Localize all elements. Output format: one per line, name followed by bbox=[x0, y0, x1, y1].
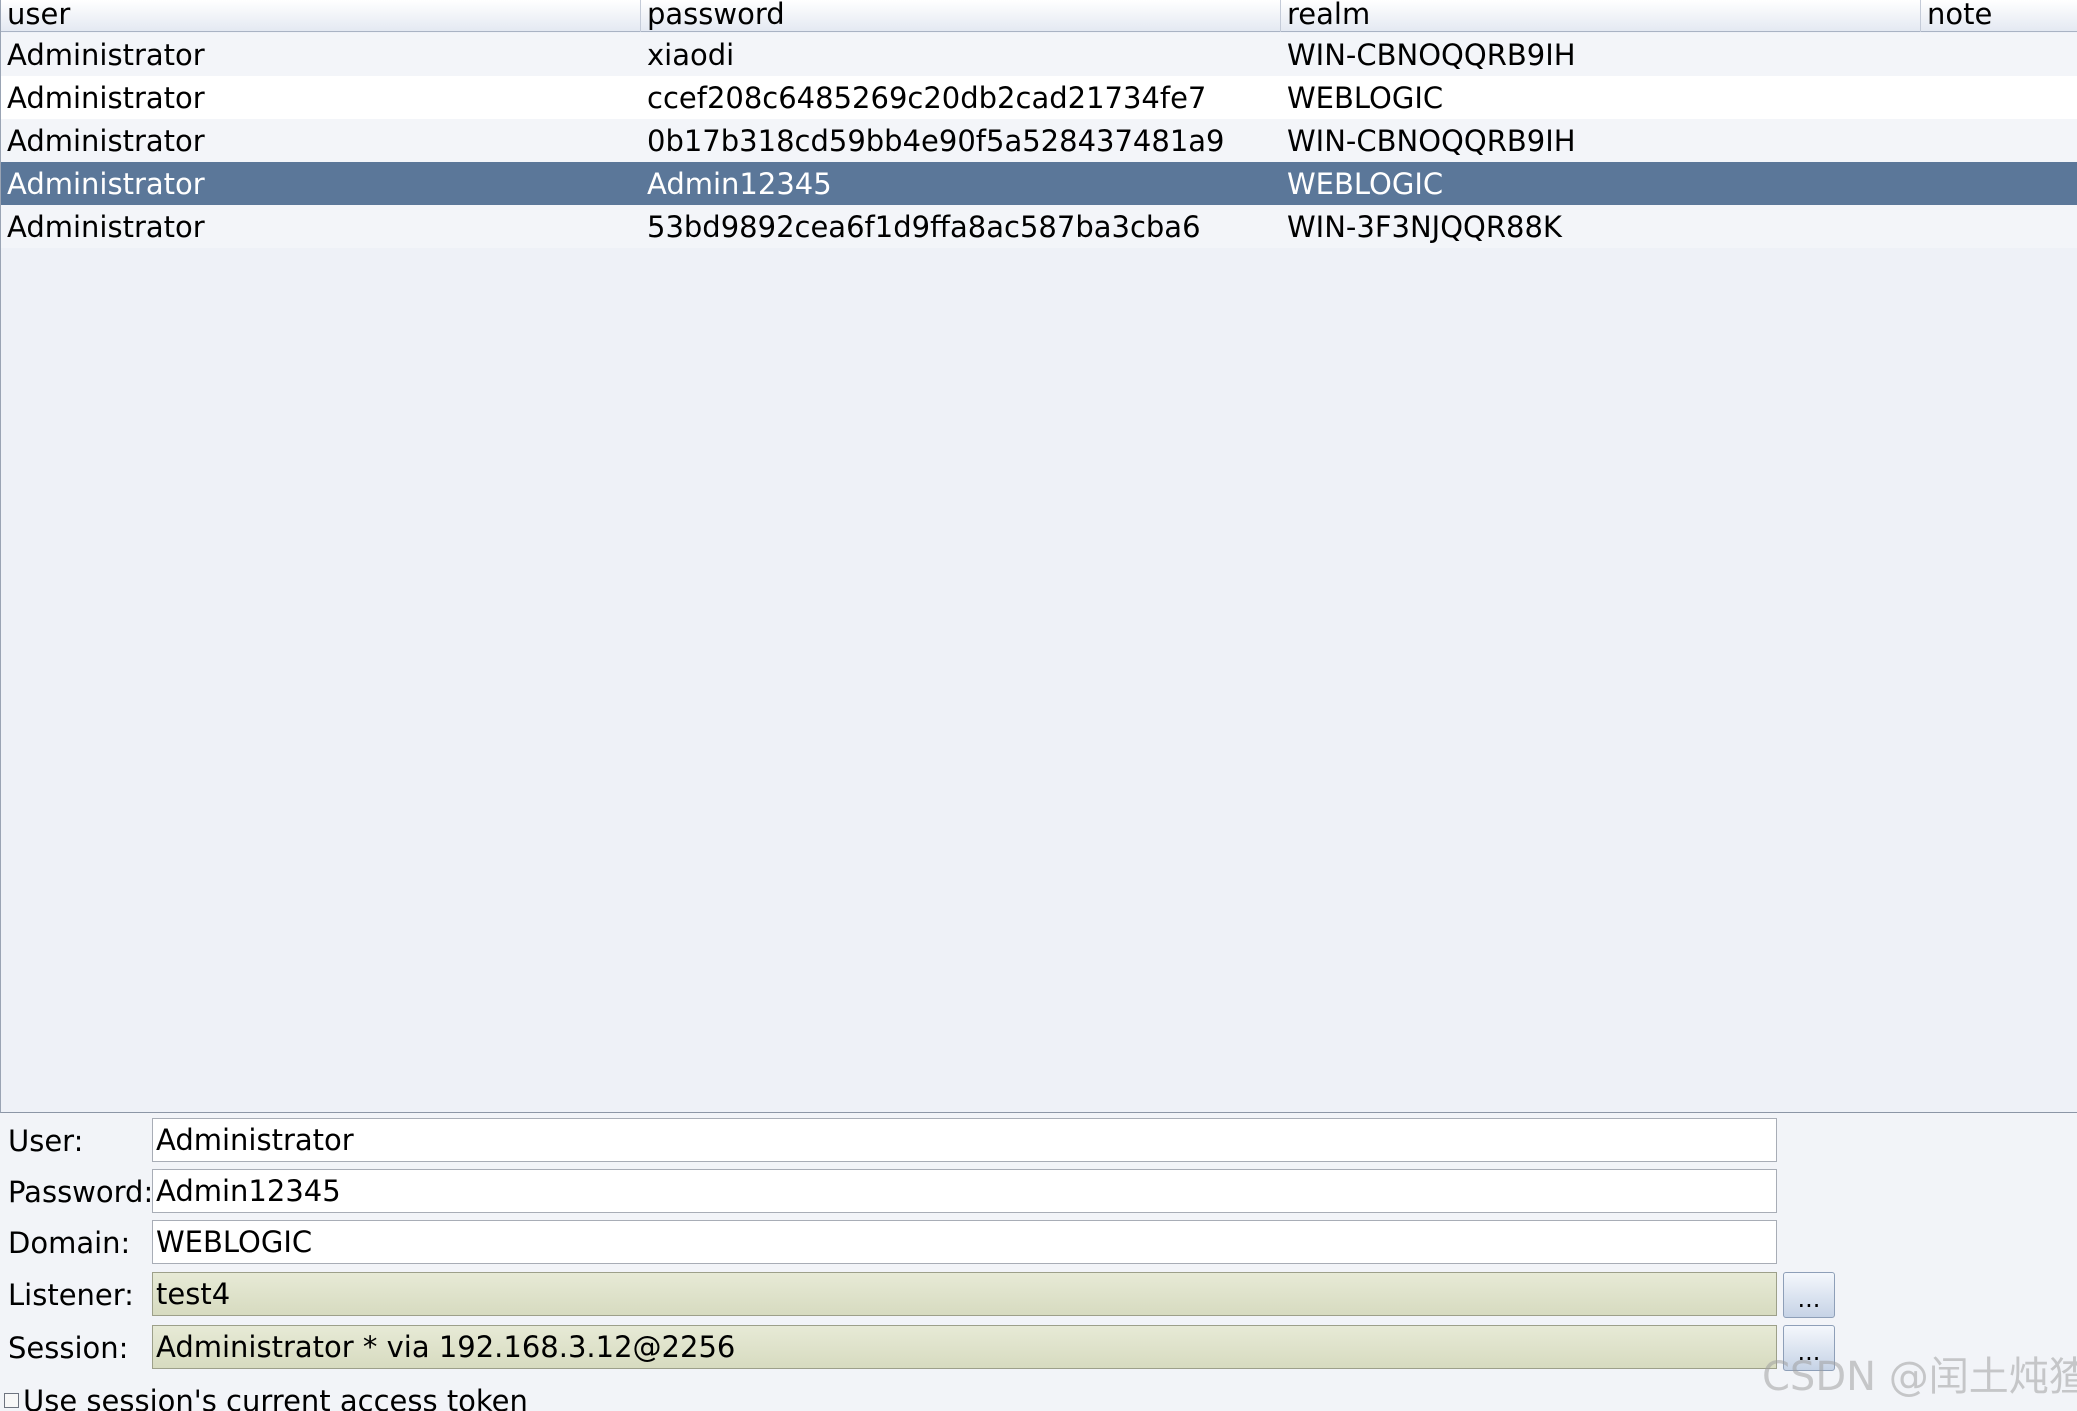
user-input[interactable]: Administrator bbox=[152, 1118, 1777, 1162]
cell-password: 0b17b318cd59bb4e90f5a528437481a9 bbox=[647, 124, 1225, 158]
watermark: CSDN @闰土炖猹 bbox=[1762, 1354, 2077, 1400]
listener-row: Listener: test4 ... bbox=[0, 1272, 2077, 1318]
cell-password: Admin12345 bbox=[647, 167, 832, 201]
cell-note bbox=[1921, 33, 2077, 76]
password-input[interactable]: Admin12345 bbox=[152, 1169, 1777, 1213]
user-row: User: Administrator bbox=[0, 1118, 2077, 1164]
table-header: user password realm note bbox=[1, 0, 2077, 32]
domain-input[interactable]: WEBLOGIC bbox=[152, 1220, 1777, 1264]
table-row[interactable]: Administrator 53bd9892cea6f1d9ffa8ac587b… bbox=[1, 205, 2077, 248]
listener-field[interactable]: test4 bbox=[152, 1272, 1777, 1316]
cell-user: Administrator bbox=[7, 167, 205, 201]
session-label: Session: bbox=[8, 1331, 129, 1365]
cell-realm: WIN-CBNOQQRB9IH bbox=[1287, 38, 1576, 72]
table-row[interactable]: Administrator 0b17b318cd59bb4e90f5a52843… bbox=[1, 119, 2077, 162]
column-header-note[interactable]: note bbox=[1921, 0, 2077, 32]
domain-label: Domain: bbox=[8, 1226, 131, 1260]
table-row-selected[interactable]: Administrator Admin12345 WEBLOGIC bbox=[1, 162, 2077, 205]
cell-realm: WEBLOGIC bbox=[1287, 167, 1444, 201]
cell-user: Administrator bbox=[7, 210, 205, 244]
cell-user: Administrator bbox=[7, 81, 205, 115]
password-row: Password: Admin12345 bbox=[0, 1169, 2077, 1215]
use-token-label: Use session's current access token bbox=[23, 1384, 528, 1411]
cell-password: ccef208c6485269c20db2cad21734fe7 bbox=[647, 81, 1207, 115]
cell-note bbox=[1921, 76, 2077, 119]
cell-user: Administrator bbox=[7, 124, 205, 158]
table-row[interactable]: Administrator ccef208c6485269c20db2cad21… bbox=[1, 76, 2077, 119]
cell-note bbox=[1921, 119, 2077, 162]
cell-note bbox=[1921, 205, 2077, 248]
table-row[interactable]: Administrator xiaodi WIN-CBNOQQRB9IH bbox=[1, 33, 2077, 76]
use-token-checkbox[interactable] bbox=[4, 1392, 19, 1408]
session-field[interactable]: Administrator * via 192.168.3.12@2256 bbox=[152, 1325, 1777, 1369]
cell-password: 53bd9892cea6f1d9ffa8ac587ba3cba6 bbox=[647, 210, 1201, 244]
domain-row: Domain: WEBLOGIC bbox=[0, 1220, 2077, 1266]
column-header-user[interactable]: user bbox=[1, 0, 641, 32]
column-header-realm[interactable]: realm bbox=[1281, 0, 1921, 32]
listener-label: Listener: bbox=[8, 1278, 134, 1312]
cell-realm: WIN-3F3NJQQR88K bbox=[1287, 210, 1562, 244]
credentials-table: user password realm note Administrator x… bbox=[0, 0, 2077, 1113]
cell-realm: WEBLOGIC bbox=[1287, 81, 1444, 115]
user-label: User: bbox=[8, 1124, 84, 1158]
use-token-option[interactable]: Use session's current access token bbox=[4, 1386, 528, 1411]
cell-note bbox=[1921, 162, 2077, 205]
password-label: Password: bbox=[8, 1175, 154, 1209]
listener-browse-button[interactable]: ... bbox=[1783, 1272, 1835, 1318]
table-body: Administrator xiaodi WIN-CBNOQQRB9IH Adm… bbox=[1, 33, 2077, 248]
cell-password: xiaodi bbox=[647, 38, 735, 72]
column-header-password[interactable]: password bbox=[641, 0, 1281, 32]
cell-user: Administrator bbox=[7, 38, 205, 72]
cell-realm: WIN-CBNOQQRB9IH bbox=[1287, 124, 1576, 158]
